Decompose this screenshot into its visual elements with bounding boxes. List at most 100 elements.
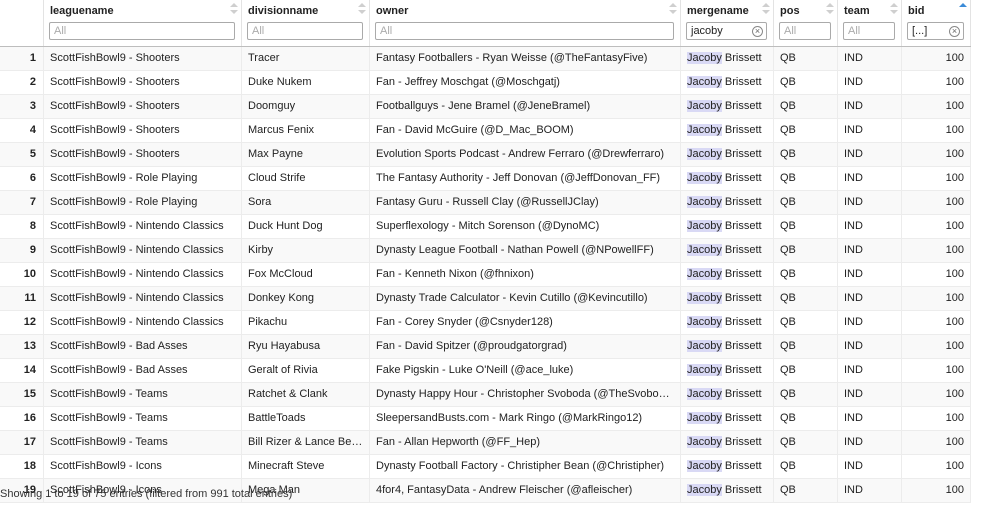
cell-team: IND: [838, 311, 902, 334]
cell-pos: QB: [774, 455, 838, 478]
cell-owner: Fan - Corey Snyder (@Csnyder128): [370, 311, 681, 334]
column-header-label: team: [844, 5, 870, 17]
table-row[interactable]: 11 ScottFishBowl9 - Nintendo Classics Donk…: [0, 287, 971, 311]
search-highlight: Jacoby: [687, 76, 722, 88]
cell-bid: 100: [902, 215, 971, 238]
table-row[interactable]: 13 ScottFishBowl9 - Bad Asses Ryu Hayabusa…: [0, 335, 971, 359]
cell-leaguename: ScottFishBowl9 - Teams: [44, 431, 242, 454]
data-table: leaguename All divisionname All owner All merg…: [0, 0, 971, 503]
cell-pos: QB: [774, 215, 838, 238]
search-highlight: Jacoby: [687, 268, 722, 280]
clear-filter-icon[interactable]: ×: [752, 26, 763, 37]
table-row[interactable]: 14 ScottFishBowl9 - Bad Asses Geralt of Ri…: [0, 359, 971, 383]
table-row[interactable]: 4 ScottFishBowl9 - Shooters Marcus Fenix Fa…: [0, 119, 971, 143]
cell-text-rest: Brissett: [721, 340, 762, 352]
column-header-bid[interactable]: bid [...] ×: [902, 0, 971, 46]
clear-filter-icon[interactable]: ×: [949, 26, 960, 37]
sort-arrows-icon[interactable]: [826, 3, 834, 17]
search-highlight: Jacoby: [687, 124, 722, 136]
cell-leaguename: ScottFishBowl9 - Shooters: [44, 47, 242, 70]
cell-pos: QB: [774, 191, 838, 214]
sort-arrows-icon[interactable]: [762, 3, 770, 17]
table-row[interactable]: 17 ScottFishBowl9 - Teams Bill Rizer & Lan…: [0, 431, 971, 455]
sort-arrows-icon[interactable]: [669, 3, 677, 17]
sort-arrows-icon[interactable]: [890, 3, 898, 17]
cell-bid: 100: [902, 47, 971, 70]
table-row[interactable]: 2 ScottFishBowl9 - Shooters Duke Nukem Fan …: [0, 71, 971, 95]
table-row[interactable]: 1 ScottFishBowl9 - Shooters Tracer Fantasy …: [0, 47, 971, 71]
table-row[interactable]: 8 ScottFishBowl9 - Nintendo Classics Duck …: [0, 215, 971, 239]
filter-input-leaguename[interactable]: All: [49, 22, 235, 40]
column-header-label: owner: [376, 5, 409, 17]
table-row[interactable]: 12 ScottFishBowl9 - Nintendo Classics Pika…: [0, 311, 971, 335]
filter-input-pos[interactable]: All: [779, 22, 831, 40]
cell-idx: 16: [0, 407, 44, 430]
cell-bid: 100: [902, 335, 971, 358]
cell-mergename: Jacoby Brissett: [681, 47, 774, 70]
cell-text-rest: Brissett: [721, 436, 762, 448]
cell-bid: 100: [902, 431, 971, 454]
cell-text-rest: Brissett: [721, 100, 762, 112]
column-header-divisionname[interactable]: divisionname All: [242, 0, 370, 46]
column-header-team[interactable]: team All: [838, 0, 902, 46]
table-row[interactable]: 18 ScottFishBowl9 - Icons Minecraft Steve D…: [0, 455, 971, 479]
cell-team: IND: [838, 263, 902, 286]
table-row[interactable]: 3 ScottFishBowl9 - Shooters Doomguy Footbal…: [0, 95, 971, 119]
filter-input-mergename[interactable]: jacoby ×: [686, 22, 767, 40]
cell-text-rest: Brissett: [721, 364, 762, 376]
column-header-leaguename[interactable]: leaguename All: [44, 0, 242, 46]
cell-text-rest: Brissett: [721, 172, 762, 184]
cell-bid: 100: [902, 479, 971, 502]
filter-input-bid[interactable]: [...] ×: [907, 22, 964, 40]
cell-bid: 100: [902, 167, 971, 190]
cell-mergename: Jacoby Brissett: [681, 335, 774, 358]
cell-mergename: Jacoby Brissett: [681, 95, 774, 118]
cell-mergename: Jacoby Brissett: [681, 167, 774, 190]
sort-arrows-icon[interactable]: [959, 3, 967, 17]
table-row[interactable]: 7 ScottFishBowl9 - Role Playing Sora Fantas…: [0, 191, 971, 215]
cell-divisionname: Tracer: [242, 47, 370, 70]
cell-text-rest: Brissett: [721, 196, 762, 208]
cell-divisionname: Max Payne: [242, 143, 370, 166]
filter-input-divisionname[interactable]: All: [247, 22, 363, 40]
column-header-mergename[interactable]: mergename jacoby ×: [681, 0, 774, 46]
cell-leaguename: ScottFishBowl9 - Shooters: [44, 71, 242, 94]
cell-mergename: Jacoby Brissett: [681, 383, 774, 406]
cell-team: IND: [838, 383, 902, 406]
filter-input-team[interactable]: All: [843, 22, 895, 40]
column-header-pos[interactable]: pos All: [774, 0, 838, 46]
cell-bid: 100: [902, 191, 971, 214]
cell-bid: 100: [902, 71, 971, 94]
cell-mergename: Jacoby Brissett: [681, 479, 774, 502]
column-header-owner[interactable]: owner All: [370, 0, 681, 46]
table-row[interactable]: 9 ScottFishBowl9 - Nintendo Classics Kirby…: [0, 239, 971, 263]
search-highlight: Jacoby: [687, 196, 722, 208]
cell-pos: QB: [774, 383, 838, 406]
filter-text: All: [252, 25, 265, 37]
cell-idx: 7: [0, 191, 44, 214]
cell-pos: QB: [774, 71, 838, 94]
cell-divisionname: Duck Hunt Dog: [242, 215, 370, 238]
cell-team: IND: [838, 455, 902, 478]
cell-bid: 100: [902, 119, 971, 142]
table-row[interactable]: 16 ScottFishBowl9 - Teams BattleToads Sleep…: [0, 407, 971, 431]
sort-arrows-icon[interactable]: [230, 3, 238, 17]
table-row[interactable]: 5 ScottFishBowl9 - Shooters Max Payne Evolu…: [0, 143, 971, 167]
filter-text: All: [848, 25, 861, 37]
cell-team: IND: [838, 119, 902, 142]
table-row[interactable]: 6 ScottFishBowl9 - Role Playing Cloud Stri…: [0, 167, 971, 191]
cell-team: IND: [838, 335, 902, 358]
cell-owner: Fan - David Spitzer (@proudgatorgrad): [370, 335, 681, 358]
cell-bid: 100: [902, 239, 971, 262]
cell-mergename: Jacoby Brissett: [681, 239, 774, 262]
cell-pos: QB: [774, 167, 838, 190]
cell-leaguename: ScottFishBowl9 - Icons: [44, 455, 242, 478]
sort-arrows-icon[interactable]: [358, 3, 366, 17]
cell-divisionname: Kirby: [242, 239, 370, 262]
cell-idx: 10: [0, 263, 44, 286]
table-row[interactable]: 15 ScottFishBowl9 - Teams Ratchet & Clank D…: [0, 383, 971, 407]
table-row[interactable]: 10 ScottFishBowl9 - Nintendo Classics Fox …: [0, 263, 971, 287]
cell-pos: QB: [774, 287, 838, 310]
filter-input-owner[interactable]: All: [375, 22, 674, 40]
cell-idx: 6: [0, 167, 44, 190]
